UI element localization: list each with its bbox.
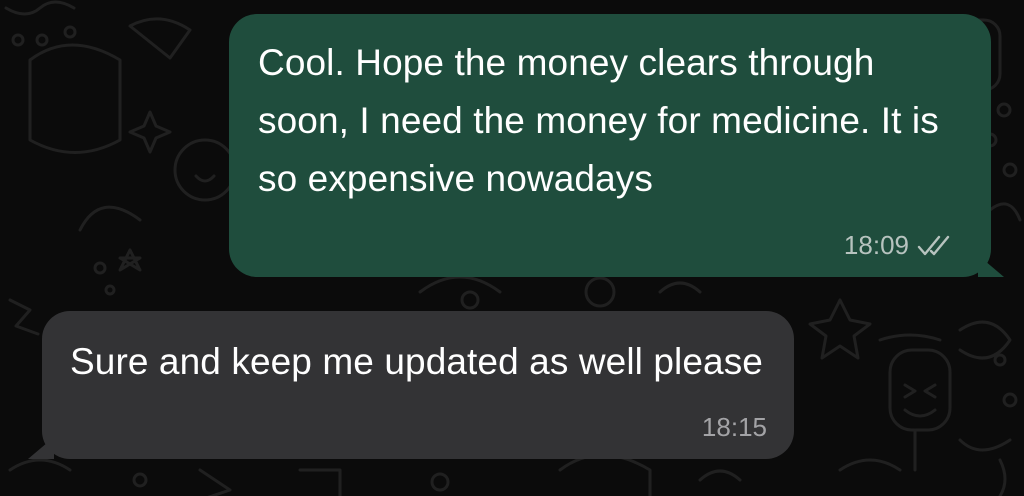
star-doodle xyxy=(118,248,142,272)
face-doodle xyxy=(173,138,237,202)
message-text: Cool. Hope the money clears through soon… xyxy=(258,42,950,199)
message-timestamp: 18:09 xyxy=(843,230,909,260)
message-bubble-incoming[interactable]: Sure and keep me updated as well please … xyxy=(28,311,794,459)
message-text: Sure and keep me updated as well please xyxy=(70,341,763,382)
message-meta: 18:15 xyxy=(702,412,767,443)
message-bubble-outgoing[interactable]: Cool. Hope the money clears through soon… xyxy=(229,14,1004,277)
message-timestamp: 18:15 xyxy=(701,412,767,442)
popsicle-doodle xyxy=(888,348,952,432)
double-check-icon xyxy=(917,234,955,258)
backpack-doodle xyxy=(28,43,122,154)
star-outline-doodle xyxy=(808,298,872,360)
message-meta: 18:09 xyxy=(844,230,955,261)
sparkle-doodle xyxy=(128,110,172,154)
